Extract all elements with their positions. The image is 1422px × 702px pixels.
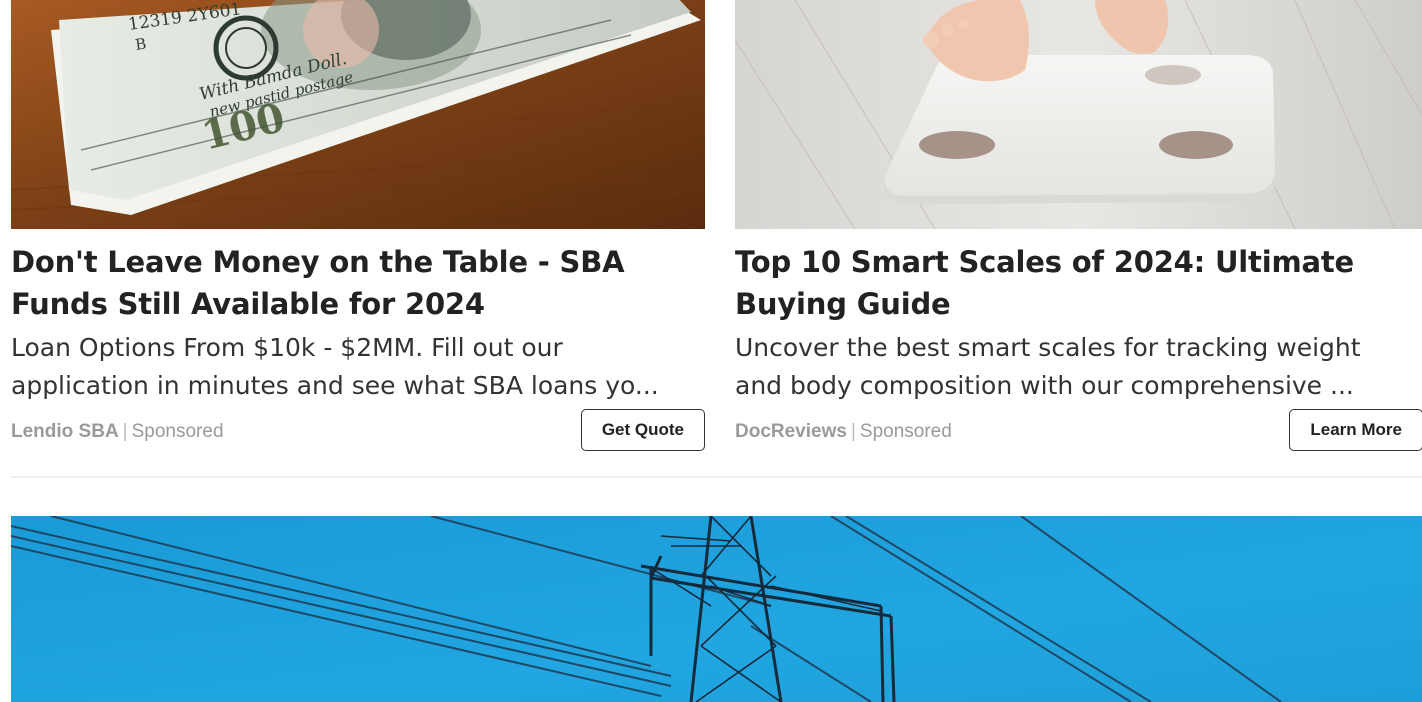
- ad-description-line-1: Loan Options From $10k - $2MM. Fill out …: [11, 333, 563, 362]
- ad-image-money[interactable]: 12319 2Y601 B With Bamda Doll. new pasti…: [11, 0, 705, 229]
- ad-source: Lendio SBA | Sponsored: [11, 421, 224, 443]
- ad-meta: DocReviews | Sponsored Learn More: [735, 409, 1422, 455]
- meta-separator: |: [122, 421, 128, 442]
- ad-description[interactable]: Loan Options From $10k - $2MM. Fill out …: [11, 329, 705, 405]
- ad-description-line-1: Uncover the best smart scales for tracki…: [735, 333, 1361, 362]
- ad-description-line-2: and body composition with our comprehens…: [735, 371, 1354, 400]
- money-photo: 12319 2Y601 B With Bamda Doll. new pasti…: [11, 0, 705, 229]
- ad-headline[interactable]: Don't Leave Money on the Table - SBA Fun…: [11, 241, 705, 325]
- ad-card-sba[interactable]: 12319 2Y601 B With Bamda Doll. new pasti…: [11, 0, 705, 455]
- ad-card-smart-scales[interactable]: Top 10 Smart Scales of 2024: Ultimate Bu…: [735, 0, 1422, 455]
- ad-image-power-tower[interactable]: [11, 516, 1422, 702]
- ad-image-scale[interactable]: [735, 0, 1422, 229]
- scale-photo: [735, 0, 1422, 229]
- sponsored-label: Sponsored: [131, 421, 224, 442]
- ad-description-line-2: application in minutes and see what SBA …: [11, 371, 659, 400]
- power-tower-photo: [11, 516, 1422, 702]
- meta-separator: |: [850, 421, 856, 442]
- learn-more-button[interactable]: Learn More: [1289, 409, 1422, 451]
- ad-description[interactable]: Uncover the best smart scales for tracki…: [735, 329, 1422, 405]
- advertiser-name[interactable]: DocReviews: [735, 421, 847, 442]
- ad-headline[interactable]: Top 10 Smart Scales of 2024: Ultimate Bu…: [735, 241, 1422, 325]
- advertiser-name[interactable]: Lendio SBA: [11, 421, 119, 442]
- section-divider: [11, 476, 1422, 478]
- ad-meta: Lendio SBA | Sponsored Get Quote: [11, 409, 705, 455]
- sponsored-label: Sponsored: [859, 421, 952, 442]
- get-quote-button[interactable]: Get Quote: [580, 409, 705, 451]
- ad-source: DocReviews | Sponsored: [735, 421, 952, 443]
